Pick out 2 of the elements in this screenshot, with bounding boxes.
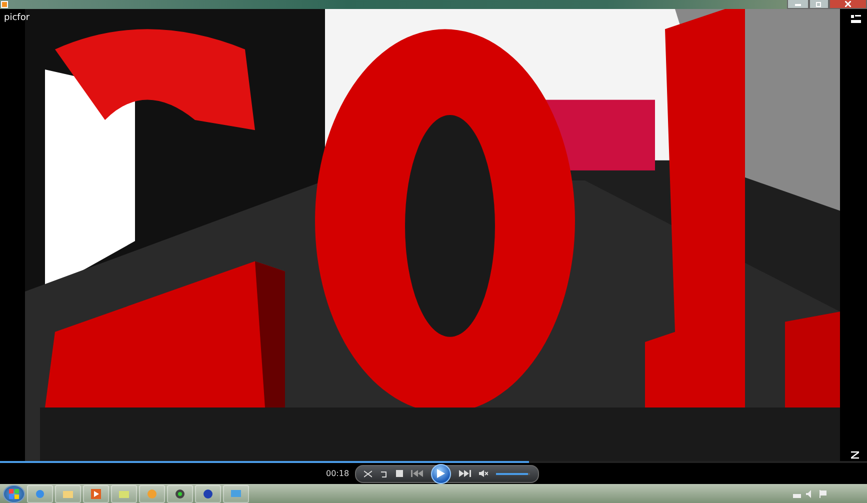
window-title: picfor [4,13,30,24]
elapsed-time: 00:18 [326,469,350,478]
